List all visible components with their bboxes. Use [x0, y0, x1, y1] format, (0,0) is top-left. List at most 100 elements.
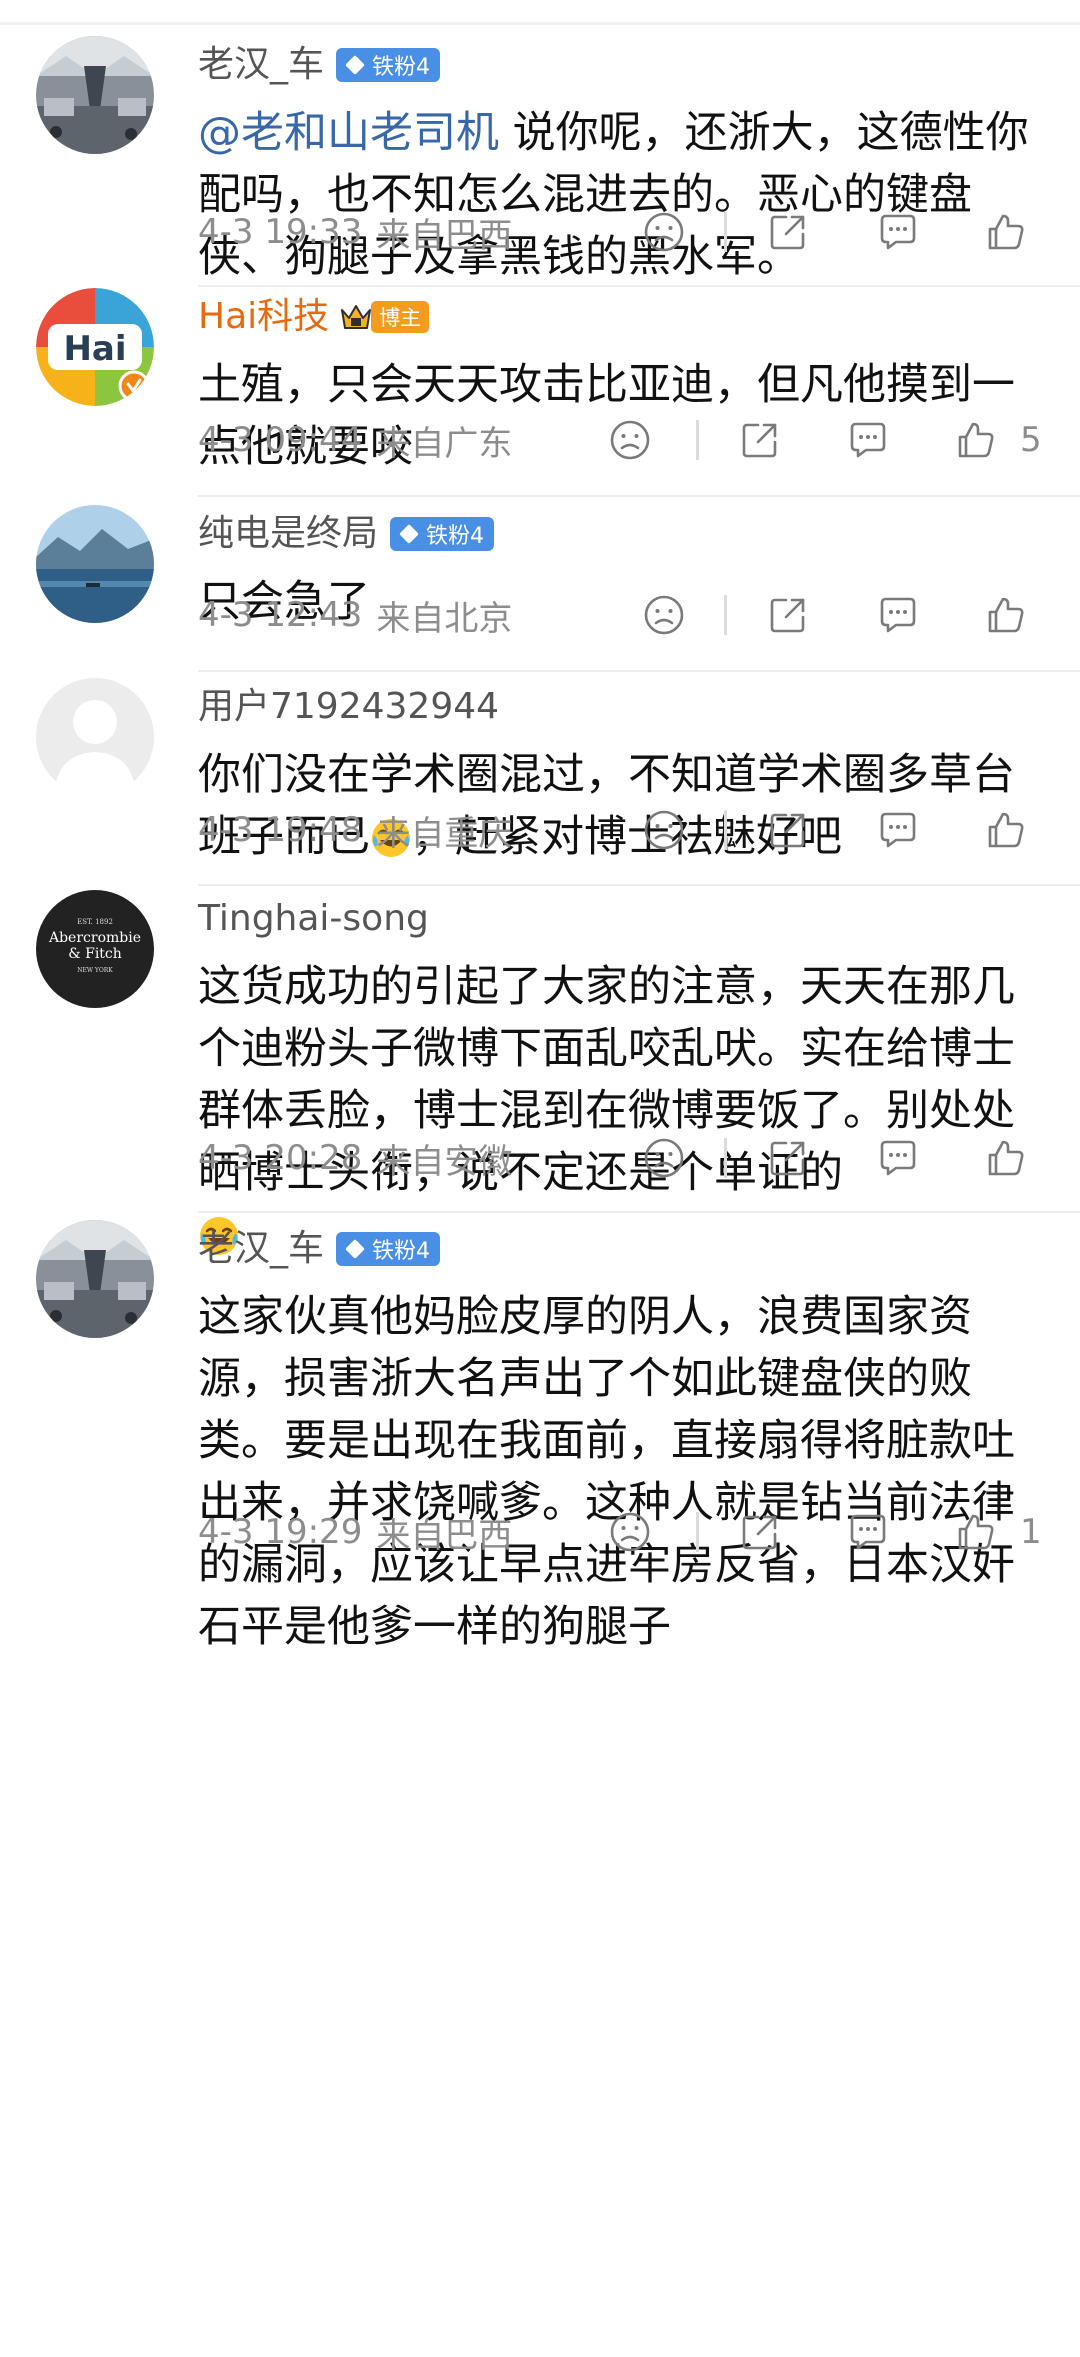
comment-actions: 5 [600, 410, 1080, 470]
location: 来自巴西 [376, 1515, 513, 1556]
share-icon[interactable] [738, 418, 782, 462]
frown-icon[interactable] [642, 1136, 686, 1180]
comment-meta: 4-3 19:48 来自重庆 [198, 800, 512, 860]
separator [696, 420, 699, 460]
comment-bubble-icon[interactable] [846, 418, 890, 462]
username[interactable]: Hai科技 [198, 294, 329, 340]
comment-bubble-icon[interactable] [876, 593, 920, 637]
mention-link[interactable]: @老和山老司机 [198, 108, 499, 158]
comment-header: 老汉_车 铁粉4 [198, 42, 441, 88]
comment-feed: 老汉_车 铁粉4 @老和山老司机 说你呢，还浙大，这德性你配吗，也不知怎么混进去… [0, 0, 1080, 2357]
comment-text: 这货成功的引起了大家的注意，天天在那几个迪粉头子微博下面乱咬乱吠。实在给博士群体… [198, 956, 1048, 1266]
comment-header: 用户7192432944 [198, 684, 499, 730]
comment-actions [600, 800, 1080, 860]
frown-icon[interactable] [642, 593, 686, 637]
comment-header: Tinghai-song [198, 896, 429, 942]
divider [198, 285, 1080, 287]
location: 来自重庆 [376, 813, 513, 854]
divider [198, 495, 1080, 497]
separator [724, 810, 727, 850]
comment-bubble-icon[interactable] [846, 1510, 890, 1554]
divider [0, 22, 1080, 25]
avatar-logo-text: Abercrombie [48, 930, 141, 946]
avatar[interactable] [36, 505, 154, 623]
avatar-logo-text: Hai [63, 329, 126, 369]
share-icon[interactable] [738, 1510, 782, 1554]
comment-actions [600, 1128, 1080, 1188]
comment-bubble-icon[interactable] [876, 210, 920, 254]
frown-icon[interactable] [608, 418, 652, 462]
comment-meta: 4-3 09:44 来自广东 [198, 410, 512, 470]
location: 来自安徽 [376, 1141, 513, 1182]
timestamp: 4-3 19:48 [198, 810, 363, 850]
username[interactable]: 老汉_车 [198, 42, 324, 88]
username[interactable]: 纯电是终局 [198, 511, 378, 557]
timestamp: 4-3 20:28 [198, 1138, 363, 1178]
thumbs-up-icon[interactable] [984, 593, 1028, 637]
comment-meta: 4-3 19:33 来自巴西 [198, 202, 512, 262]
comment-header: 纯电是终局 铁粉4 [198, 511, 495, 557]
timestamp: 4-3 19:33 [198, 212, 363, 252]
comment-meta: 4-3 12:43 来自北京 [198, 585, 512, 645]
avatar[interactable]: Hai [36, 288, 154, 406]
like-count: 5 [1020, 420, 1042, 460]
comment-meta: 4-3 19:29 来自巴西 [198, 1502, 512, 1562]
separator [724, 595, 727, 635]
fan-badge-label: 铁粉4 [372, 55, 431, 80]
diamond-icon [399, 524, 419, 544]
comment-actions [600, 585, 1080, 645]
fan-badge[interactable]: 铁粉4 [390, 517, 495, 551]
share-icon[interactable] [766, 1136, 810, 1180]
comment-bubble-icon[interactable] [876, 1136, 920, 1180]
divider [198, 884, 1080, 886]
frown-icon[interactable] [608, 1510, 652, 1554]
like-count: 1 [1020, 1512, 1042, 1552]
fan-badge[interactable]: 铁粉4 [336, 48, 441, 82]
divider [198, 1211, 1080, 1213]
crown-icon [341, 305, 372, 329]
username[interactable]: Tinghai-song [198, 896, 429, 942]
separator [724, 1138, 727, 1178]
location: 来自广东 [376, 423, 513, 464]
fan-badge-label: 铁粉4 [372, 1239, 431, 1264]
username[interactable]: 用户7192432944 [198, 684, 499, 730]
share-icon[interactable] [766, 210, 810, 254]
location: 来自巴西 [376, 215, 513, 256]
share-icon[interactable] [766, 593, 810, 637]
comment-actions [600, 202, 1080, 262]
avatar-logo-text: EST. 1892 [77, 918, 113, 926]
location: 来自北京 [376, 598, 513, 639]
comment-text: 这家伙真他妈脸皮厚的阴人，浪费国家资源，损害浙大名声出了个如此键盘侠的败类。要是… [198, 1292, 1015, 1652]
comment-actions: 1 [600, 1502, 1080, 1562]
diamond-icon [345, 1239, 365, 1259]
thumbs-up-icon[interactable] [984, 210, 1028, 254]
avatar[interactable] [36, 1220, 154, 1338]
comment-bubble-icon[interactable] [876, 808, 920, 852]
separator [724, 212, 727, 252]
fan-badge-label: 铁粉4 [426, 524, 485, 549]
diamond-icon [345, 55, 365, 75]
thumbs-up-icon[interactable] [954, 1510, 998, 1554]
divider [198, 670, 1080, 672]
fan-badge[interactable]: 铁粉4 [336, 1232, 441, 1266]
avatar-logo-text: & Fitch [68, 946, 122, 962]
separator [696, 1512, 699, 1552]
thumbs-up-icon[interactable] [984, 1136, 1028, 1180]
thumbs-up-icon[interactable] [984, 808, 1028, 852]
share-icon[interactable] [766, 808, 810, 852]
thumbs-up-icon[interactable] [954, 418, 998, 462]
username[interactable]: 老汉_车 [198, 1226, 324, 1272]
comment-meta: 4-3 20:28 来自安徽 [198, 1128, 512, 1188]
comment-header: 老汉_车 铁粉4 [198, 1226, 441, 1272]
frown-icon[interactable] [642, 808, 686, 852]
avatar[interactable]: EST. 1892 Abercrombie & Fitch NEW YORK [36, 890, 154, 1008]
avatar[interactable] [36, 36, 154, 154]
bozhu-badge[interactable]: 博主 [339, 300, 430, 334]
timestamp: 4-3 12:43 [198, 595, 363, 635]
timestamp: 4-3 09:44 [198, 420, 363, 460]
avatar-logo-text: NEW YORK [77, 967, 113, 974]
bozhu-label: 博主 [371, 301, 430, 333]
comment-header: Hai科技 博主 [198, 294, 430, 340]
frown-icon[interactable] [642, 210, 686, 254]
avatar[interactable] [36, 678, 154, 796]
